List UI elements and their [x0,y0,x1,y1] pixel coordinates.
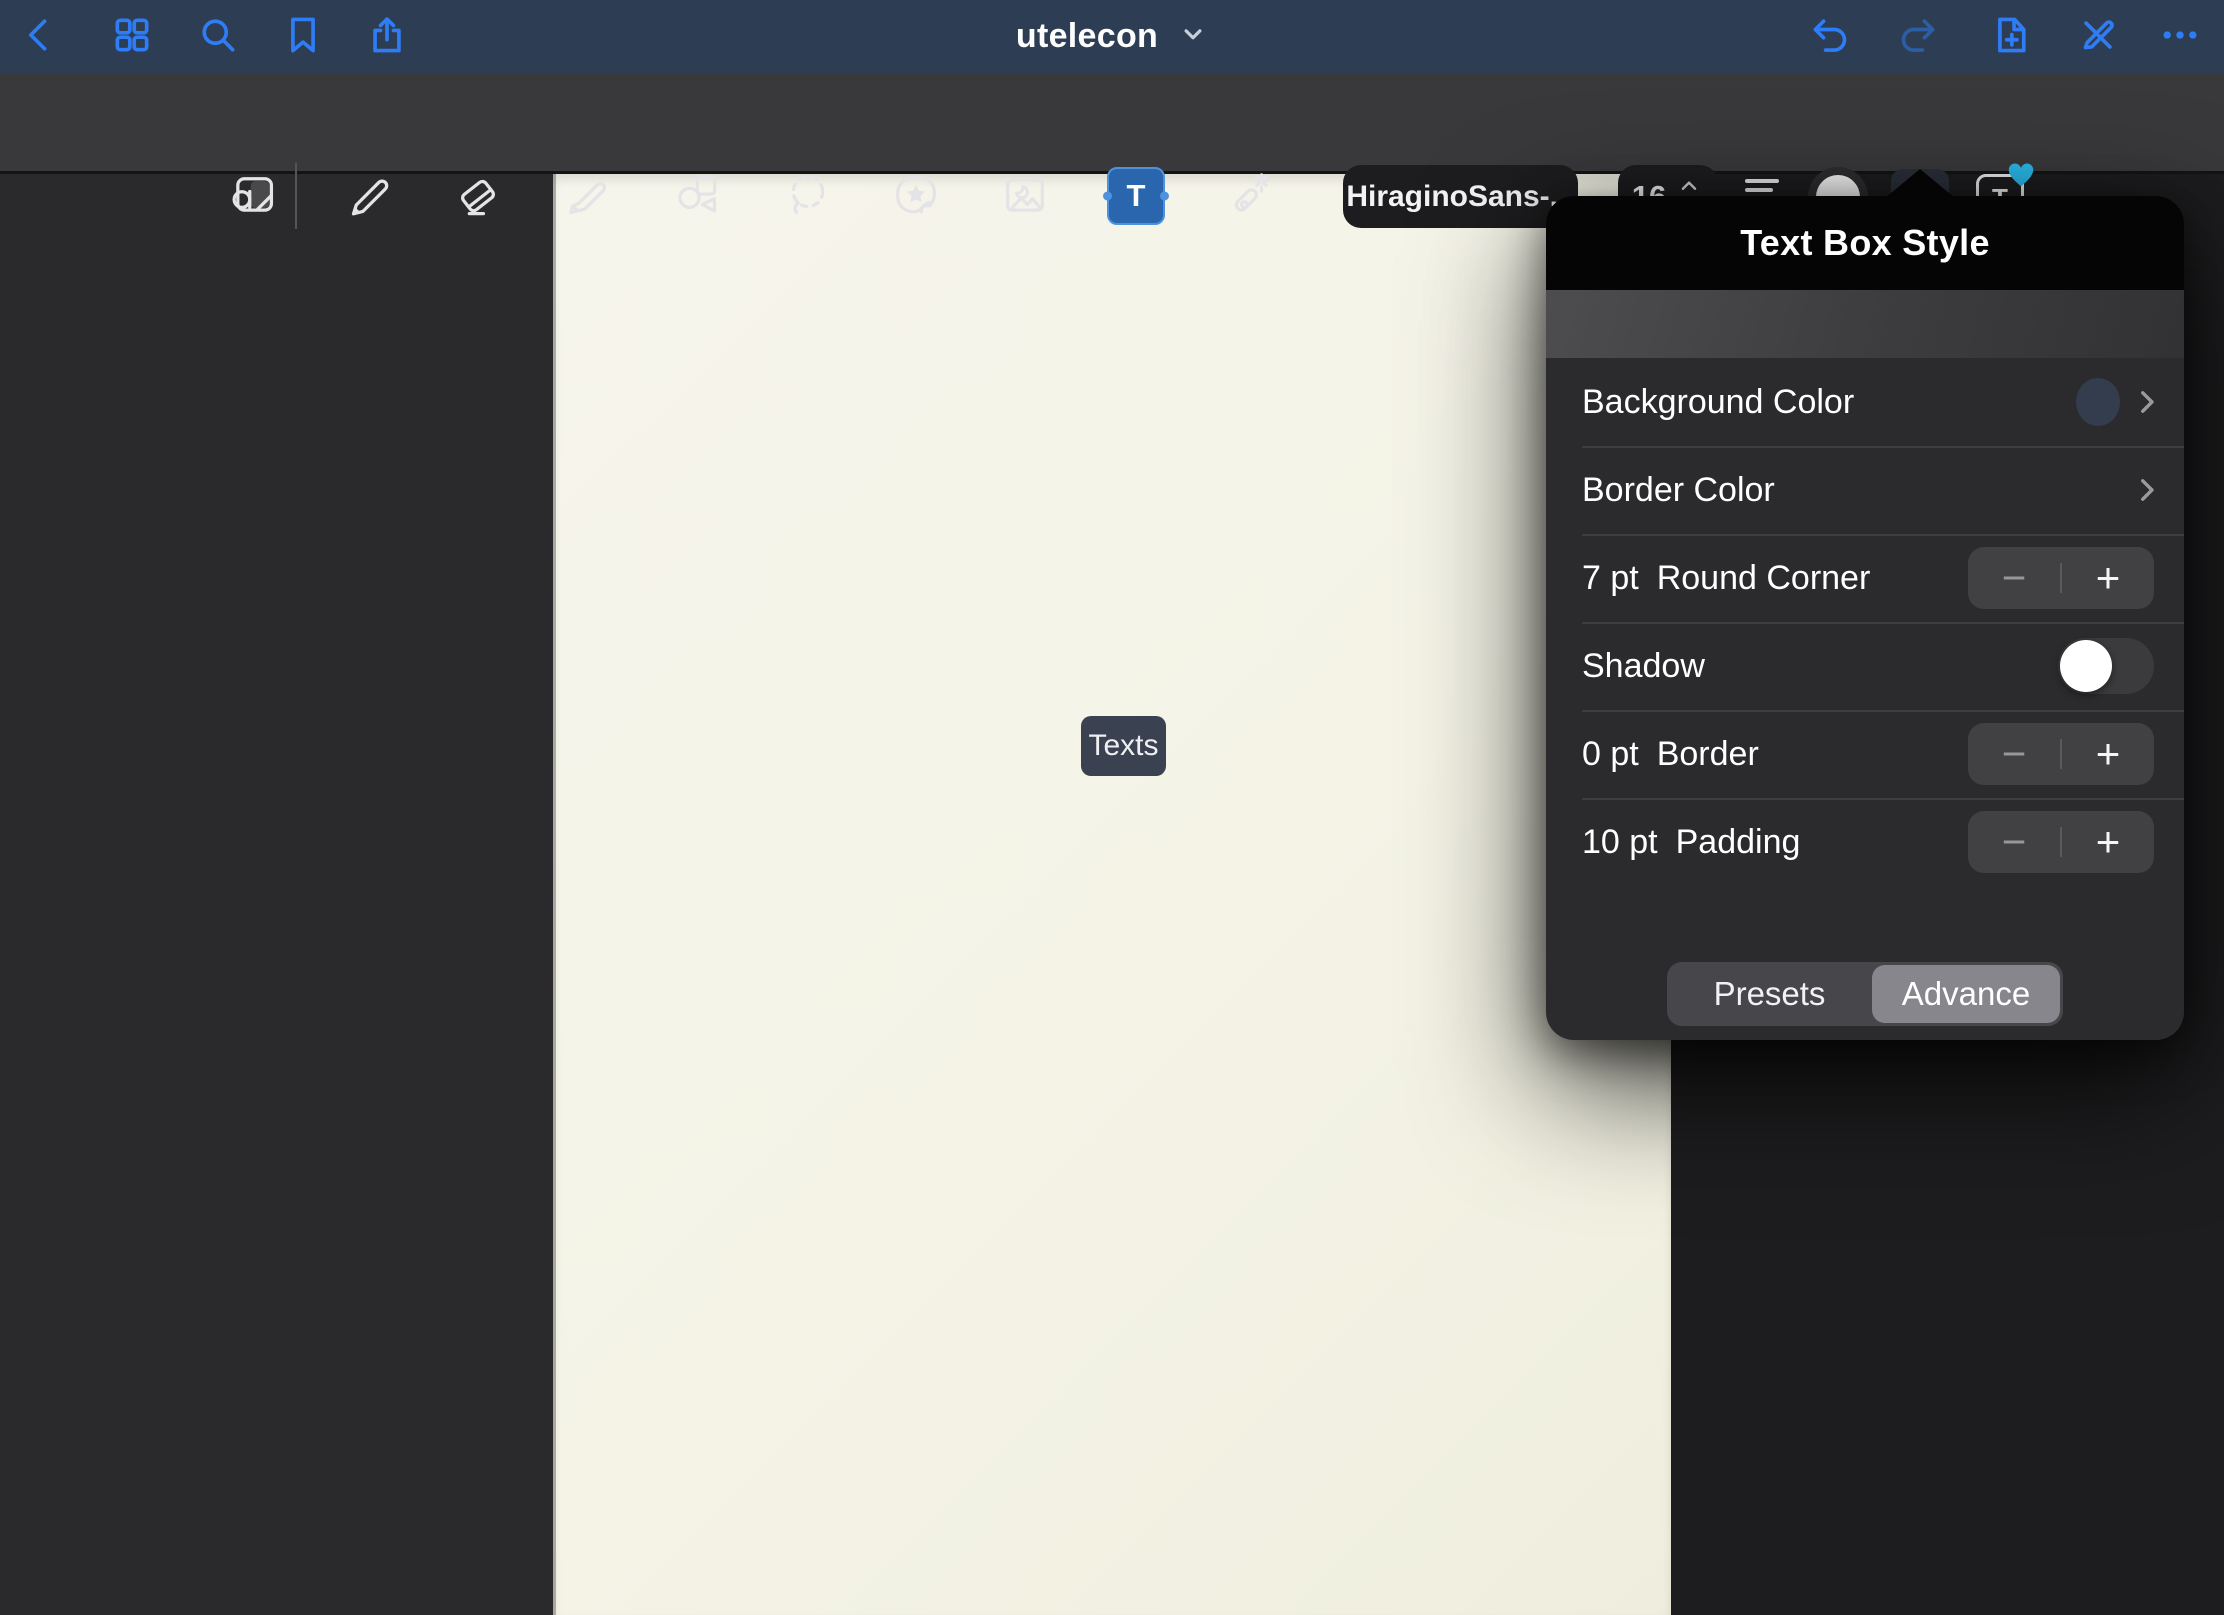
tool-pen[interactable] [336,164,400,228]
redo-icon [1896,13,1940,60]
edit-mode-toggle[interactable] [221,164,285,228]
padding-decrease-button[interactable]: − [1968,811,2060,873]
padding-increase-button[interactable]: + [2062,811,2154,873]
highlighter-icon [562,169,614,224]
row-divider [1582,534,2184,536]
tool-shapes[interactable] [664,164,728,228]
share-icon [365,13,409,60]
toggle-knob [2060,640,2112,692]
tool-image[interactable] [993,164,1057,228]
round-corner-value: 7 pt [1582,559,1639,598]
row-border-color[interactable]: Border Color [1546,446,2184,534]
edit-mode-icon [227,169,279,224]
row-divider [1582,798,2184,800]
popover-preview-band [1546,290,2184,358]
add-page-icon [1988,13,2032,60]
text-box-style-popover: Text Box Style Background Color Border C… [1546,196,2184,1040]
border-width-stepper: − + [1968,723,2154,785]
tool-lasso[interactable] [776,164,840,228]
sticker-icon [890,169,942,224]
padding-stepper: − + [1968,811,2154,873]
font-family-label: HiraginoSans-... [1346,180,1574,214]
tool-laser[interactable] [1215,164,1279,228]
document-title-menu[interactable]: utelecon [1016,17,1208,56]
search-button[interactable] [190,8,246,64]
bookmark-button[interactable] [275,8,331,64]
row-label: Padding [1676,823,1801,862]
row-label: Round Corner [1657,559,1871,598]
tool-highlighter[interactable] [556,164,620,228]
chevron-right-icon [2130,473,2164,507]
undo-icon [1808,13,1852,60]
chevron-down-icon [1178,19,1208,54]
row-divider [1582,710,2184,712]
round-corner-stepper: − + [1968,547,2154,609]
row-label: Border Color [1582,471,1775,510]
border-width-value: 0 pt [1582,735,1639,774]
laser-pointer-icon [1221,169,1273,224]
chevron-right-icon [2130,385,2164,419]
thumbnails-button[interactable] [104,8,160,64]
popover-header: Text Box Style [1546,196,2184,290]
tool-eraser[interactable] [446,164,510,228]
add-page-button[interactable] [1982,8,2038,64]
padding-value: 10 pt [1582,823,1658,862]
ellipsis-icon [2158,13,2202,60]
advance-tab-selected[interactable]: Advance [1872,965,2060,1023]
row-background-color[interactable]: Background Color [1546,358,2184,446]
image-icon [999,169,1051,224]
font-family-button[interactable]: HiraginoSans-... [1343,165,1578,228]
canvas-surround-left [0,174,553,1615]
stylus-off-icon [2076,13,2120,60]
stylus-toggle-button[interactable] [2070,8,2126,64]
selection-handle-right [1160,192,1169,201]
search-icon [196,13,240,60]
document-page-canvas[interactable] [553,174,1671,1615]
row-border-width: 0 pt Border − + [1546,710,2184,798]
border-decrease-button[interactable]: − [1968,723,2060,785]
selection-handle-left [1103,192,1112,201]
tool-sticker[interactable] [884,164,948,228]
row-divider [1582,446,2184,448]
tool-text-selected[interactable]: T [1107,167,1165,225]
back-button[interactable] [12,8,68,64]
lasso-icon [782,169,834,224]
presets-tab[interactable]: Presets [1667,962,1872,1026]
row-round-corner: 7 pt Round Corner − + [1546,534,2184,622]
text-tool-label: T [1127,178,1146,214]
row-label: Border [1657,735,1759,774]
pen-icon [342,169,394,224]
presets-advance-segmented-control: Presets Advance [1667,962,2063,1026]
back-chevron-icon [18,13,62,60]
text-object[interactable]: Texts [1081,716,1166,776]
top-navigation-bar: utelecon [0,0,2224,73]
border-increase-button[interactable]: + [2062,723,2154,785]
share-button[interactable] [359,8,415,64]
shadow-toggle-off[interactable] [2058,638,2154,694]
row-padding: 10 pt Padding − + [1546,798,2184,886]
background-color-swatch [2076,378,2120,426]
round-corner-decrease-button[interactable]: − [1968,547,2060,609]
toolbar-divider [295,163,297,229]
eraser-icon [452,169,504,224]
shapes-icon [670,169,722,224]
more-options-button[interactable] [2152,8,2208,64]
redo-button[interactable] [1890,8,1946,64]
row-label: Background Color [1582,383,1854,422]
tools-toolbar: T HiraginoSans-... 16 T [0,73,2224,174]
popover-arrow [1885,169,1955,198]
popover-title: Text Box Style [1740,222,1990,264]
document-title: utelecon [1016,17,1158,56]
grid-icon [110,13,154,60]
round-corner-increase-button[interactable]: + [2062,547,2154,609]
row-divider [1582,622,2184,624]
row-shadow: Shadow [1546,622,2184,710]
heart-badge-icon [2005,159,2037,189]
text-object-label: Texts [1088,729,1158,763]
row-label: Shadow [1582,647,1705,686]
bookmark-icon [281,13,325,60]
app-window: utelecon [0,0,2224,1615]
undo-button[interactable] [1802,8,1858,64]
